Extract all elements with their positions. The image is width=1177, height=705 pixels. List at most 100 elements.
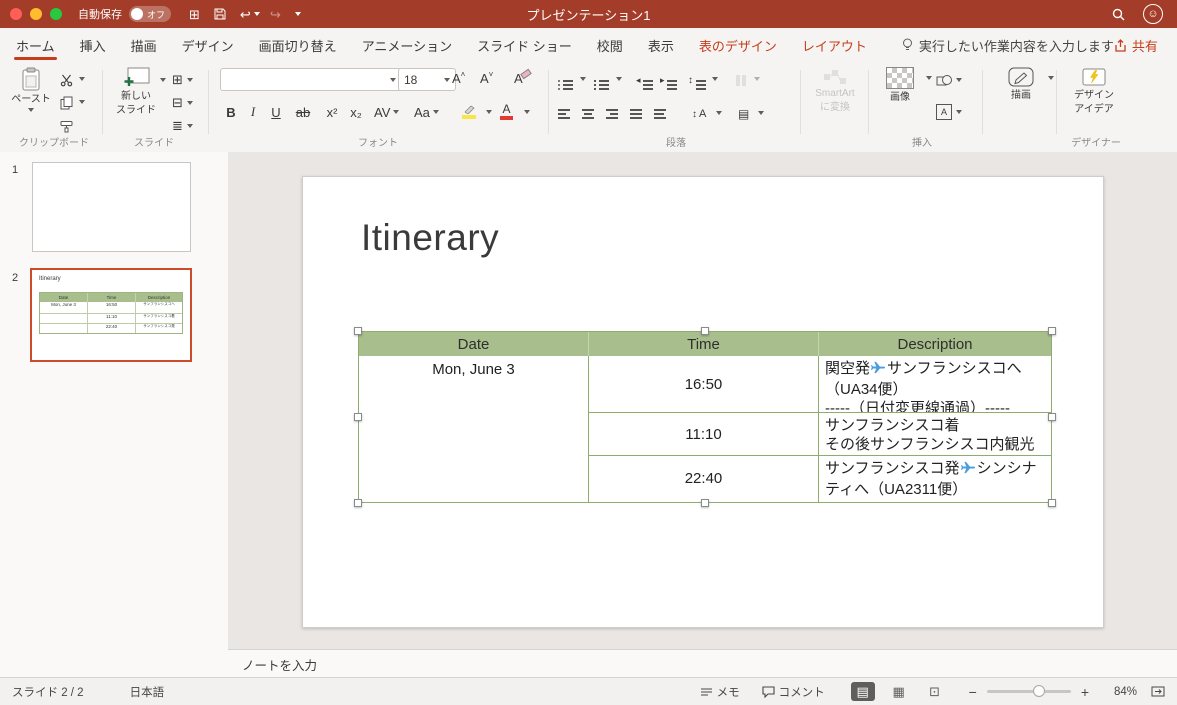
share-button[interactable]: 共有 [1114, 36, 1158, 55]
text-direction-button[interactable]: ↕ A [692, 104, 706, 124]
increase-indent-button[interactable]: ▸ [660, 70, 677, 90]
selection-handle-bottom-left[interactable] [354, 499, 362, 507]
table-header-description[interactable]: Description [819, 332, 1051, 356]
table-cell-date[interactable]: Mon, June 3 [359, 356, 589, 502]
account-avatar[interactable]: ☺ [1143, 4, 1163, 24]
slideshow-view-button[interactable]: ⊡ [923, 682, 947, 701]
slide-canvas[interactable]: Itinerary Date Time Description Mon, Jun… [302, 176, 1104, 628]
table-cell-description[interactable]: サンフランシスコ発 シンシナ ティへ（UA2311便） [819, 456, 1051, 501]
notes-pane[interactable]: ノートを入力 [228, 649, 1177, 678]
font-color-button[interactable]: A [500, 102, 513, 122]
align-center-button[interactable] [582, 104, 594, 124]
insert-picture-button[interactable]: 画像 [876, 67, 924, 103]
slide-sorter-view-button[interactable]: ▦ [887, 682, 911, 701]
redo-button[interactable]: ↪ [270, 8, 281, 21]
decrease-font-size-button[interactable]: A ˅ [480, 68, 493, 88]
bullets-button[interactable] [558, 70, 573, 90]
zoom-slider-thumb[interactable] [1033, 685, 1045, 697]
tab-table-design[interactable]: 表のデザイン [697, 28, 779, 62]
bold-button[interactable]: B [222, 102, 240, 122]
character-spacing-button[interactable]: AV [374, 102, 400, 122]
tab-table-layout[interactable]: レイアウト [800, 28, 869, 62]
slide-1-thumbnail[interactable] [32, 162, 191, 252]
selection-handle-top-right[interactable] [1048, 327, 1056, 335]
table-header-date[interactable]: Date [359, 332, 589, 356]
selection-handle-bottom-right[interactable] [1048, 499, 1056, 507]
selection-handle-bottom-center[interactable] [701, 499, 709, 507]
language-button[interactable]: 日本語 [130, 684, 165, 700]
selection-handle-middle-left[interactable] [354, 413, 362, 421]
selection-handle-top-left[interactable] [354, 327, 362, 335]
table-cell-time[interactable]: 22:40 [589, 456, 818, 501]
table-cell-time[interactable]: 11:10 [589, 413, 818, 456]
insert-textbox-button[interactable]: A [936, 102, 962, 122]
close-window-button[interactable] [10, 8, 22, 20]
italic-button[interactable]: I [246, 102, 260, 122]
highlight-color-button[interactable] [462, 102, 476, 122]
tab-animations[interactable]: アニメーション [360, 28, 454, 62]
tab-design[interactable]: デザイン [180, 28, 236, 62]
tell-me-box[interactable]: 実行したい作業内容を入力します [902, 36, 1114, 55]
subscript-button[interactable]: x₂ [346, 102, 366, 122]
align-text-button[interactable]: ▤ [738, 104, 749, 124]
tab-transitions[interactable]: 画面切り替え [257, 28, 339, 62]
paste-button[interactable]: ペースト [8, 67, 54, 112]
table-cell-description[interactable]: サンフランシスコ着 その後サンフランシスコ内観光 [819, 413, 1051, 456]
tab-draw[interactable]: 描画 [129, 28, 159, 62]
draw-button[interactable]: 描画 [994, 67, 1048, 101]
copy-button[interactable] [60, 93, 73, 113]
underline-button[interactable]: U [268, 102, 284, 122]
tab-insert[interactable]: 挿入 [78, 28, 108, 62]
slide-title[interactable]: Itinerary [361, 217, 499, 259]
tab-review[interactable]: 校閲 [595, 28, 625, 62]
tab-home[interactable]: ホーム [14, 28, 57, 62]
increase-font-size-button[interactable]: A ˄ [452, 68, 465, 88]
normal-view-button[interactable]: ▤ [850, 682, 875, 701]
distribute-text-button[interactable] [654, 104, 666, 124]
save-icon[interactable] [214, 8, 226, 20]
insert-shapes-button[interactable] [936, 70, 962, 90]
slide-layout-button[interactable]: ⊞ [172, 70, 193, 90]
reset-slide-button[interactable]: ⊟ [172, 93, 193, 113]
align-left-button[interactable] [558, 104, 570, 124]
clear-formatting-button[interactable]: A [514, 68, 532, 88]
align-right-button[interactable] [606, 104, 618, 124]
comments-toggle-button[interactable]: コメント [762, 684, 825, 700]
superscript-button[interactable]: x² [322, 102, 342, 122]
format-painter-button[interactable] [60, 116, 73, 136]
zoom-slider[interactable] [986, 685, 1071, 697]
strikethrough-button[interactable]: ab [292, 102, 314, 122]
minimize-window-button[interactable] [30, 8, 42, 20]
tab-slideshow[interactable]: スライド ショー [475, 28, 574, 62]
selection-handle-middle-right[interactable] [1048, 413, 1056, 421]
tab-view[interactable]: 表示 [646, 28, 676, 62]
columns-button[interactable] [736, 70, 746, 90]
zoom-window-button[interactable] [50, 8, 62, 20]
new-slide-button[interactable]: 新しい スライド [110, 67, 162, 116]
section-button[interactable]: ≣ [172, 116, 193, 136]
itinerary-table[interactable]: Date Time Description Mon, June 3 16:50 … [354, 327, 1056, 507]
decrease-indent-button[interactable]: ◂ [636, 70, 653, 90]
table-cell-description[interactable]: 関空発 サンフランシスコへ （UA34便） -----（日付変更線通過）----- [819, 356, 1051, 413]
font-name-combo[interactable] [220, 68, 402, 91]
fit-slide-to-window-button[interactable] [1151, 686, 1165, 697]
zoom-percentage[interactable]: 84% [1105, 686, 1137, 698]
zoom-in-button[interactable]: + [1081, 684, 1089, 700]
slide-2-thumbnail[interactable]: Itinerary Date Time Description Mon, Jun… [30, 268, 192, 362]
numbering-button[interactable] [594, 70, 609, 90]
autosave-toggle[interactable]: オフ [129, 6, 172, 22]
cut-button[interactable] [60, 70, 73, 90]
justify-button[interactable] [630, 104, 642, 124]
app-launcher-icon[interactable]: ⊞ [189, 8, 200, 21]
notes-toggle-button[interactable]: メモ [700, 684, 740, 700]
design-ideas-button[interactable]: デザイン アイデア [1064, 67, 1124, 115]
table-header-time[interactable]: Time [589, 332, 819, 356]
table-cell-time[interactable]: 16:50 [589, 356, 818, 413]
selection-handle-top-center[interactable] [701, 327, 709, 335]
toolbar-overflow-button[interactable] [294, 12, 301, 16]
convert-to-smartart-button[interactable]: SmartArt に変換 [806, 70, 864, 113]
search-icon[interactable] [1112, 8, 1125, 21]
line-spacing-button[interactable]: ↕ [688, 70, 706, 90]
change-case-button[interactable]: Aa [414, 102, 439, 122]
undo-button[interactable]: ↩ [240, 8, 260, 21]
